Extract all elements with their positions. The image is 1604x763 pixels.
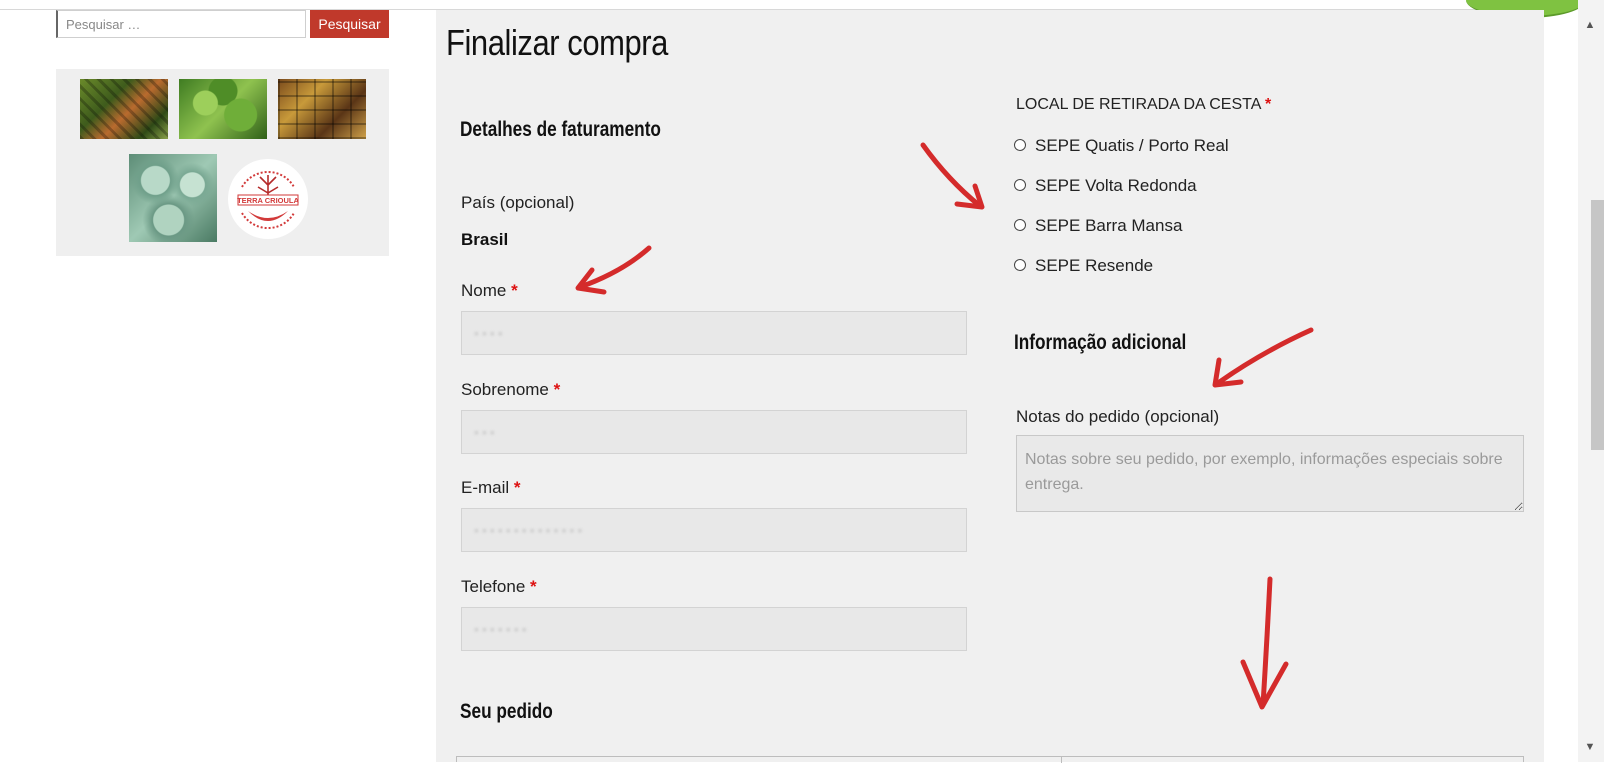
redacted-value: ▪▪▪▪▪▪▪▪▪▪▪▪▪▪ (474, 522, 586, 538)
redacted-value: ▪▪▪ (474, 424, 498, 440)
radio-button[interactable] (1014, 139, 1026, 151)
required-marker: * (1264, 96, 1272, 113)
gallery-image-vegetables-crates[interactable] (80, 79, 168, 139)
billing-heading: Detalhes de faturamento (460, 118, 661, 141)
phone-input[interactable]: ▪▪▪▪▪▪▪ (461, 607, 967, 651)
order-notes-textarea[interactable] (1016, 435, 1524, 512)
phone-label: Telefone * (461, 577, 537, 597)
country-value: Brasil (461, 230, 509, 249)
radio-button[interactable] (1014, 179, 1026, 191)
order-heading: Seu pedido (460, 700, 553, 723)
scrollbar-thumb[interactable] (1591, 200, 1604, 450)
redacted-value: ▪▪▪▪▪▪▪ (474, 621, 530, 637)
country-label: País (opcional) (461, 193, 575, 212)
order-table (456, 756, 1524, 763)
scroll-up-icon[interactable]: ▲ (1582, 18, 1598, 32)
last-name-input[interactable]: ▪▪▪ (461, 410, 967, 454)
first-name-input[interactable]: ▪▪▪▪ (461, 311, 967, 355)
required-marker: * (530, 577, 537, 596)
required-marker: * (511, 281, 518, 300)
terra-crioula-logo[interactable]: TERRA CRIOULA (226, 157, 310, 241)
additional-info-heading: Informação adicional (1014, 331, 1187, 354)
search-button[interactable]: Pesquisar (310, 10, 389, 38)
page-title: Finalizar compra (446, 22, 668, 63)
svg-text:TERRA CRIOULA: TERRA CRIOULA (237, 196, 299, 205)
gallery-image-leafy-greens[interactable] (179, 79, 267, 139)
required-marker: * (513, 478, 521, 497)
radio-button[interactable] (1014, 259, 1026, 271)
search-input[interactable] (56, 10, 306, 38)
phone-label-text: Telefone (461, 577, 526, 596)
first-name-label: Nome * (461, 281, 518, 301)
scroll-down-icon[interactable]: ▼ (1582, 740, 1598, 754)
gallery-image-cabbages[interactable] (129, 154, 217, 242)
required-marker: * (553, 380, 561, 399)
redacted-value: ▪▪▪▪ (474, 325, 506, 341)
radio-button[interactable] (1014, 219, 1026, 231)
radio-label: SEPE Quatis / Porto Real (1035, 136, 1229, 155)
last-name-label: Sobrenome * (461, 380, 560, 400)
sidebar-search: Pesquisar (56, 10, 389, 40)
radio-label: SEPE Barra Mansa (1035, 216, 1183, 235)
email-label: E-mail * (461, 478, 521, 498)
email-label-text: E-mail (461, 478, 510, 497)
order-notes-label: Notas do pedido (opcional) (1016, 407, 1220, 426)
last-name-label-text: Sobrenome (461, 380, 549, 399)
radio-label: SEPE Resende (1035, 256, 1154, 275)
first-name-label-text: Nome (461, 281, 507, 300)
email-input[interactable]: ▪▪▪▪▪▪▪▪▪▪▪▪▪▪ (461, 508, 967, 552)
table-column-divider (1061, 757, 1062, 763)
sidebar-gallery: TERRA CRIOULA (56, 69, 389, 256)
radio-label: SEPE Volta Redonda (1035, 176, 1197, 195)
pickup-label: LOCAL DE RETIRADA DA CESTA * (1016, 96, 1271, 114)
pickup-label-text: LOCAL DE RETIRADA DA CESTA (1016, 96, 1261, 113)
gallery-image-produce-boxes[interactable] (278, 79, 366, 139)
